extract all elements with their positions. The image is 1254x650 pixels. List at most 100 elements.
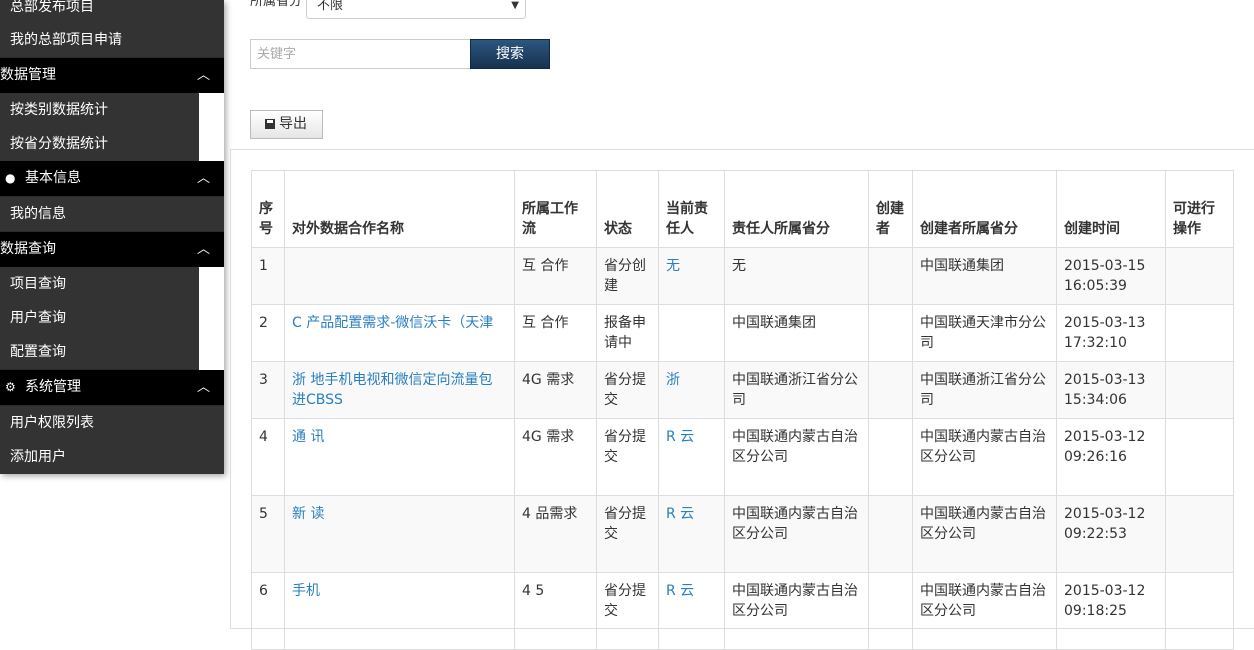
project-name-link[interactable]: 新 读 — [284, 495, 515, 573]
created-time-cell: 2015-03-12 09:18:25 — [1056, 572, 1166, 650]
status-cell-text: 省分提交 — [604, 429, 646, 465]
status-cell-text: 省分提交 — [604, 506, 646, 542]
creator-cell — [868, 304, 913, 362]
row-number: 2 — [251, 304, 285, 362]
sidebar-item-stats-by-province[interactable]: 按省分数据统计 — [0, 127, 199, 161]
owner-link-text[interactable]: 浙 — [666, 372, 680, 388]
sidebar-group-data-query[interactable]: 数据查询 ︿ — [0, 232, 224, 267]
results-panel: 序号 对外数据合作名称 所属工作流 状态 当前责任人 责任人所属省分 创建者 创… — [230, 149, 1254, 650]
sidebar-group-basic-info[interactable]: ● 基本信息 ︿ — [0, 161, 224, 196]
workflow-cell: 互 合作 — [514, 247, 597, 305]
creator-province-cell-text: 中国联通天津市分公司 — [920, 315, 1046, 351]
project-name-link[interactable]: C 产品配置需求-微信沃卡（天津 — [284, 304, 515, 362]
project-name-link-text[interactable]: 新 读 — [292, 506, 324, 522]
project-name-link[interactable]: 手机 — [284, 572, 515, 650]
row-number-text: 1 — [259, 258, 268, 274]
export-button[interactable]: 导出 — [250, 110, 323, 139]
sidebar-item-user-permissions[interactable]: 用户权限列表 — [0, 406, 224, 440]
owner-province-cell: 中国联通内蒙古自治区分公司 — [724, 418, 869, 496]
created-time-cell-text: 2015-03-12 09:22:53 — [1064, 506, 1146, 542]
sidebar-item-add-user[interactable]: 添加用户 — [0, 440, 224, 474]
sidebar-item-stats-by-category[interactable]: 按类别数据统计 — [0, 93, 199, 127]
project-name-link[interactable] — [284, 247, 515, 305]
project-name-link[interactable]: 通 讯 — [284, 418, 515, 496]
col-header-flow[interactable]: 所属工作流 — [514, 170, 597, 248]
creator-province-cell-text: 中国联通内蒙古自治区分公司 — [920, 429, 1046, 465]
creator-cell — [868, 572, 913, 650]
project-name-link-text[interactable]: 手机 — [292, 583, 320, 599]
sidebar-item-config-query[interactable]: 配置查询 — [0, 335, 199, 369]
creator-cell — [868, 495, 913, 573]
sidebar-gap — [199, 267, 224, 370]
sidebar-item-user-query[interactable]: 用户查询 — [0, 301, 199, 335]
creator-province-cell: 中国联通集团 — [912, 247, 1057, 305]
export-label: 导出 — [279, 116, 307, 132]
table-header-row: 序号 对外数据合作名称 所属工作流 状态 当前责任人 责任人所属省分 创建者 创… — [251, 170, 1234, 248]
province-label: 所属省分 — [250, 0, 303, 9]
owner-link-text[interactable]: R 云 — [666, 506, 694, 522]
creator-cell — [868, 361, 913, 419]
row-number-text: 3 — [259, 372, 268, 388]
col-header-name[interactable]: 对外数据合作名称 — [284, 170, 515, 248]
creator-province-cell: 中国联通内蒙古自治区分公司 — [912, 418, 1057, 496]
owner-province-cell: 无 — [724, 247, 869, 305]
sidebar-item-hq-projects[interactable]: 总部发布项目 — [0, 0, 224, 24]
status-cell-text: 省分提交 — [604, 583, 646, 619]
project-name-link[interactable]: 浙 地手机电视和微信定向流量包 进CBSS — [284, 361, 515, 419]
workflow-cell: 4 品需求 — [514, 495, 597, 573]
keyword-input[interactable] — [250, 39, 470, 69]
created-time-cell-text: 2015-03-12 09:18:25 — [1064, 583, 1146, 619]
creator-province-cell: 中国联通内蒙古自治区分公司 — [912, 572, 1057, 650]
owner-link-text[interactable]: 无 — [666, 258, 680, 274]
owner-link[interactable] — [658, 304, 725, 362]
creator-province-cell-text: 中国联通内蒙古自治区分公司 — [920, 583, 1046, 619]
table-row: 4 通 讯 4G 需求 省分提交 R 云 中国联通内蒙古自治区分公司 中国联通内蒙古自治区分… — [251, 418, 1234, 496]
owner-link-text[interactable]: R 云 — [666, 429, 694, 445]
row-number-text: 2 — [259, 315, 268, 331]
project-name-link-text[interactable]: 通 讯 — [292, 429, 324, 445]
project-name-link-text[interactable]: C 产品配置需求-微信沃卡（天津 — [292, 315, 493, 331]
owner-link[interactable]: R 云 — [658, 418, 725, 496]
province-select[interactable]: 不限 ▼ — [306, 0, 526, 19]
status-cell: 省分创建 — [596, 247, 659, 305]
sidebar-group-system-management[interactable]: ⚙ 系统管理 ︿ — [0, 370, 224, 405]
created-time-cell-text: 2015-03-13 17:32:10 — [1064, 315, 1146, 351]
sidebar-group-label: 数据管理 — [0, 67, 56, 83]
actions-cell — [1165, 247, 1234, 305]
creator-province-cell-text: 中国联通集团 — [920, 258, 1004, 274]
created-time-cell-text: 2015-03-13 15:34:06 — [1064, 372, 1146, 408]
col-header-status[interactable]: 状态 — [596, 170, 659, 248]
sidebar-item-project-query[interactable]: 项目查询 — [0, 267, 199, 301]
col-header-created-time[interactable]: 创建时间 — [1056, 170, 1166, 248]
owner-province-cell: 中国联通集团 — [724, 304, 869, 362]
sidebar-item-my-hq-applications[interactable]: 我的总部项目申请 — [0, 23, 224, 57]
owner-link-text[interactable]: R 云 — [666, 583, 694, 599]
owner-province-cell-text: 中国联通内蒙古自治区分公司 — [732, 506, 858, 542]
owner-link[interactable]: R 云 — [658, 572, 725, 650]
owner-link[interactable]: 无 — [658, 247, 725, 305]
col-header-owner[interactable]: 当前责任人 — [658, 170, 725, 248]
created-time-cell: 2015-03-12 09:26:16 — [1056, 418, 1166, 496]
owner-link[interactable]: R 云 — [658, 495, 725, 573]
chevron-up-icon: ︿ — [196, 171, 210, 186]
owner-province-cell-text: 无 — [732, 258, 746, 274]
creator-province-cell-text: 中国联通浙江省分公司 — [920, 372, 1046, 408]
col-header-no[interactable]: 序号 — [251, 170, 285, 248]
sidebar-group-data-management[interactable]: 数据管理 ︿ — [0, 58, 224, 93]
sidebar-group-label: 系统管理 — [25, 379, 81, 395]
owner-link[interactable]: 浙 — [658, 361, 725, 419]
col-header-actions: 可进行操作 — [1165, 170, 1234, 248]
created-time-cell: 2015-03-13 15:34:06 — [1056, 361, 1166, 419]
status-cell: 省分提交 — [596, 361, 659, 419]
sidebar-item-my-info[interactable]: 我的信息 — [0, 197, 224, 231]
creator-province-cell: 中国联通天津市分公司 — [912, 304, 1057, 362]
col-header-owner-province[interactable]: 责任人所属省分 — [724, 170, 869, 248]
owner-province-cell-text: 中国联通内蒙古自治区分公司 — [732, 429, 858, 465]
col-header-creator-province[interactable]: 创建者所属省分 — [912, 170, 1057, 248]
row-number: 6 — [251, 572, 285, 650]
project-name-link-text[interactable]: 浙 地手机电视和微信定向流量包 进CBSS — [292, 372, 492, 408]
creator-province-cell: 中国联通浙江省分公司 — [912, 361, 1057, 419]
sidebar-group-label: 数据查询 — [0, 241, 56, 257]
search-button[interactable]: 搜索 — [470, 39, 550, 69]
col-header-creator[interactable]: 创建者 — [868, 170, 913, 248]
